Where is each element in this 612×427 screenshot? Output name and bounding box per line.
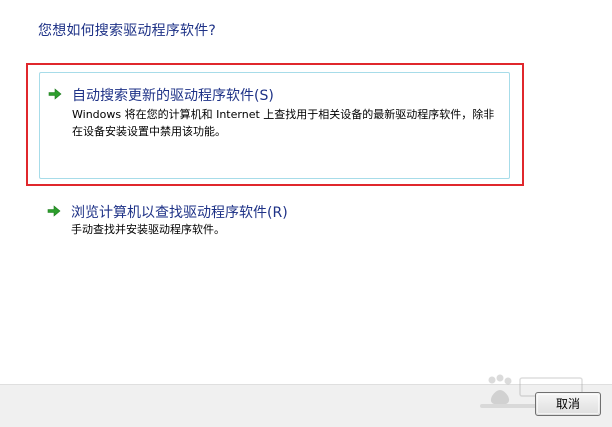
option-browse-computer-description: 手动查找并安装驱动程序软件。: [71, 223, 225, 236]
update-driver-dialog: 您想如何搜索驱动程序软件? 自动搜索更新的驱动程序软件(S) Windows 将…: [0, 0, 612, 427]
green-arrow-icon: [47, 205, 61, 217]
option-auto-search-description: Windows 将在您的计算机和 Internet 上查找用于相关设备的最新驱动…: [72, 108, 495, 138]
green-arrow-icon: [48, 88, 62, 100]
cancel-button[interactable]: 取消: [535, 392, 601, 416]
option-auto-search-title: 自动搜索更新的驱动程序软件(S): [72, 88, 274, 104]
option-auto-search[interactable]: 自动搜索更新的驱动程序软件(S) Windows 将在您的计算机和 Intern…: [39, 72, 510, 179]
option-browse-computer-title: 浏览计算机以查找驱动程序软件(R): [71, 205, 288, 221]
option-browse-computer[interactable]: 浏览计算机以查找驱动程序软件(R) 手动查找并安装驱动程序软件。: [39, 196, 510, 244]
page-title: 您想如何搜索驱动程序软件?: [38, 23, 217, 39]
